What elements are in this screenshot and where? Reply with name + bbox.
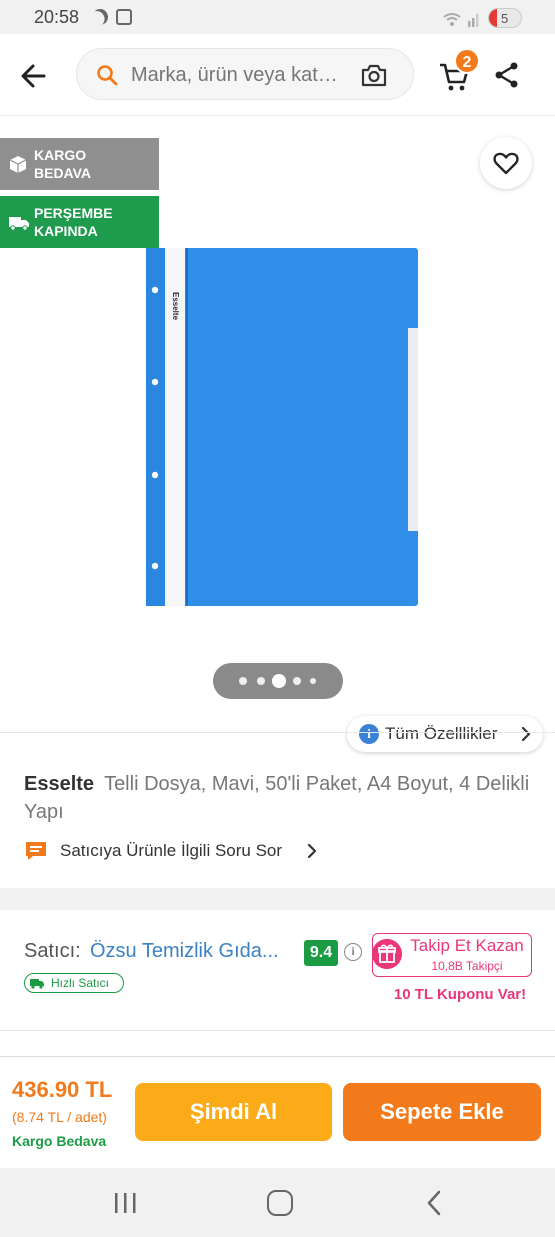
product-name: Telli Dosya, Mavi, 50'li Paket, A4 Boyut…: [24, 773, 530, 823]
top-bar: 2: [0, 34, 555, 116]
follow-and-earn-button[interactable]: Takip Et Kazan 10,8B Takipçi: [372, 933, 532, 977]
free-shipping-badge: KARGO BEDAVA: [0, 138, 159, 190]
seller-name-link[interactable]: Özsu Temizlik Gıda...: [90, 940, 296, 963]
coupon-text: 10 TL Kuponu Var!: [393, 986, 527, 1003]
gift-icon: [372, 939, 402, 969]
recent-apps-icon[interactable]: [112, 1192, 138, 1214]
search-icon: [97, 65, 118, 86]
unit-price: (8.74 TL / adet): [12, 1109, 107, 1125]
section-separator: [0, 888, 555, 910]
chevron-right-icon: [307, 843, 317, 859]
fast-truck-icon: [30, 979, 44, 989]
fast-seller-label: Hızlı Satıcı: [51, 976, 110, 990]
add-to-cart-button[interactable]: Sepete Ekle: [343, 1083, 541, 1141]
price: 436.90 TL: [12, 1077, 113, 1102]
ask-seller-label: Satıcıya Ürünle İlgili Soru Sor: [60, 841, 283, 860]
box-icon: [9, 156, 27, 173]
camera-icon[interactable]: [359, 61, 389, 89]
pager-dot[interactable]: [310, 678, 316, 684]
pager-dot[interactable]: [293, 677, 301, 685]
image-pager[interactable]: [213, 663, 343, 699]
purchase-bar: 436.90 TL (8.74 TL / adet) Kargo Bedava …: [0, 1056, 555, 1168]
search-bar[interactable]: [76, 48, 414, 100]
all-specs-button[interactable]: i Tüm Özelllikler: [347, 716, 543, 752]
seller-score-badge: 9.4: [304, 940, 338, 966]
search-input[interactable]: [131, 61, 361, 89]
moon-icon: [89, 6, 111, 28]
free-shipping-label: Kargo Bedava: [12, 1133, 107, 1149]
badge-kargo-line1: KARGO: [34, 147, 87, 163]
seller-label: Satıcı:: [24, 940, 81, 962]
pager-dot-active[interactable]: [272, 674, 286, 688]
delivery-day-badge: PERŞEMBE KAPINDA: [0, 196, 159, 248]
pager-dot[interactable]: [257, 677, 265, 685]
battery-icon: 5: [488, 8, 522, 28]
seller-score-info-icon[interactable]: i: [344, 943, 362, 961]
product-image[interactable]: Esselte: [146, 246, 418, 608]
chevron-right-icon: [521, 726, 531, 742]
favorite-button[interactable]: [480, 137, 532, 189]
follower-count: 10,8B Takipçi: [431, 959, 503, 973]
all-specs-label: Tüm Özelllikler: [385, 724, 498, 743]
home-icon[interactable]: [267, 1190, 293, 1216]
system-navigation-bar: [0, 1168, 555, 1237]
pager-dot[interactable]: [239, 677, 247, 685]
info-icon: i: [359, 724, 379, 744]
share-icon[interactable]: [492, 60, 522, 90]
divider: [0, 732, 555, 733]
product-title: Esselte Telli Dosya, Mavi, 50'li Paket, A…: [24, 770, 534, 826]
product-brand[interactable]: Esselte: [24, 773, 94, 795]
badge-delivery-line1: PERŞEMBE: [34, 205, 113, 221]
truck-icon: [9, 217, 29, 231]
status-bar: 20:58 5: [0, 0, 555, 34]
badge-delivery-line2: KAPINDA: [34, 223, 98, 239]
ask-seller-link[interactable]: Satıcıya Ürünle İlgili Soru Sor: [24, 836, 344, 866]
badge-kargo-line2: BEDAVA: [34, 165, 92, 181]
follow-title: Takip Et Kazan: [410, 936, 524, 955]
buy-now-button[interactable]: Şimdi Al: [135, 1083, 332, 1141]
heart-icon: [493, 152, 519, 175]
wifi-signal-icon: [443, 13, 479, 27]
status-time: 20:58: [34, 7, 80, 27]
screen-scan-icon: [116, 9, 132, 25]
divider: [0, 1030, 555, 1031]
battery-level: 5: [501, 11, 509, 26]
fast-seller-badge: Hızlı Satıcı: [24, 973, 124, 993]
system-back-icon[interactable]: [424, 1190, 444, 1216]
chat-bubble-icon: [26, 842, 46, 860]
product-image-brand-label: Esselte: [171, 292, 180, 321]
back-arrow-icon[interactable]: [14, 56, 54, 96]
cart-count-badge: 2: [454, 48, 480, 74]
